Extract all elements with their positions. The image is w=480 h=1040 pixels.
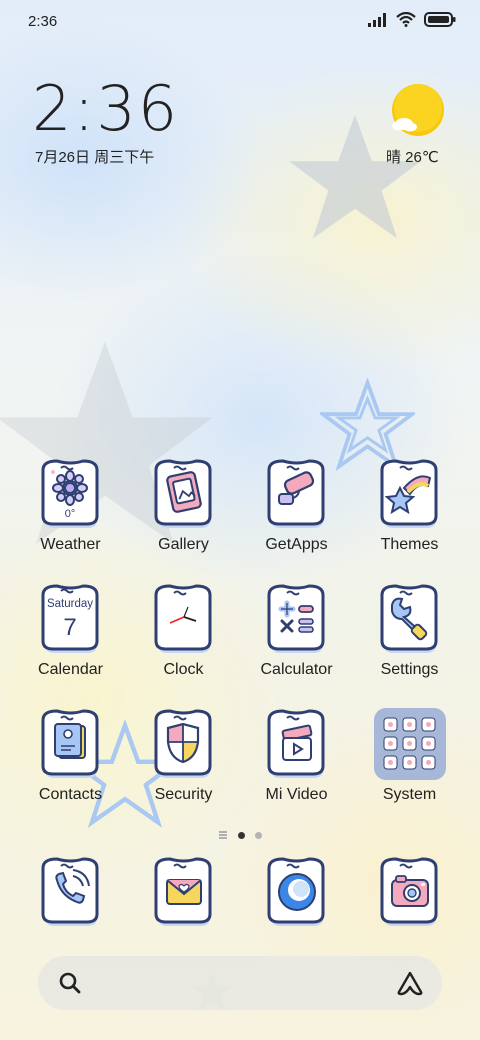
calendar-icon-day: Saturday xyxy=(46,598,92,610)
app-label-security: Security xyxy=(154,786,213,803)
page-list-icon[interactable] xyxy=(218,830,228,840)
assistant-icon[interactable] xyxy=(396,970,424,996)
gallery-icon xyxy=(154,459,211,528)
dock-camera[interactable] xyxy=(353,856,466,928)
app-calendar[interactable]: Saturday 7 Calendar xyxy=(14,583,127,679)
app-themes[interactable]: Themes xyxy=(353,458,466,554)
status-time: 2:36 xyxy=(28,13,58,30)
contacts-icon xyxy=(41,709,98,778)
status-bar: 2:36 xyxy=(0,0,480,42)
app-label-system: System xyxy=(382,786,437,803)
weather-icon-temp: 0° xyxy=(64,508,75,520)
browser-icon xyxy=(267,857,324,926)
app-getapps[interactable]: GetApps xyxy=(240,458,353,554)
clock-widget-date: 7月26日 周三下午 xyxy=(35,149,155,166)
search-bar[interactable] xyxy=(38,956,442,1010)
weather-icon: 0° xyxy=(41,459,98,528)
camera-icon xyxy=(380,857,437,926)
clock-widget-time[interactable]: 2:36 xyxy=(32,72,179,145)
app-system-folder[interactable]: System xyxy=(353,708,466,804)
app-gallery[interactable]: Gallery xyxy=(127,458,240,554)
app-label-settings: Settings xyxy=(380,661,439,678)
dock-browser[interactable] xyxy=(240,856,353,928)
settings-icon xyxy=(380,584,437,653)
status-icons xyxy=(368,12,456,27)
app-security[interactable]: Security xyxy=(127,708,240,804)
app-weather[interactable]: 0° Weather xyxy=(14,458,127,554)
calendar-icon: Saturday 7 xyxy=(41,584,98,653)
app-label-calendar: Calendar xyxy=(38,661,103,678)
calculator-icon xyxy=(267,584,324,653)
app-clock[interactable]: Clock xyxy=(127,583,240,679)
system-folder-icon xyxy=(373,708,446,780)
dock-phone[interactable] xyxy=(14,856,127,928)
app-contacts[interactable]: Contacts xyxy=(14,708,127,804)
themes-icon xyxy=(380,459,437,528)
app-label-contacts: Contacts xyxy=(38,786,103,803)
clock-icon xyxy=(154,584,211,653)
phone-icon xyxy=(41,857,98,926)
app-label-weather: Weather xyxy=(40,536,101,553)
app-label-calculator: Calculator xyxy=(260,661,333,678)
mi-video-icon xyxy=(267,709,324,778)
battery-icon xyxy=(424,12,456,27)
page-dot-2[interactable] xyxy=(255,831,262,839)
app-label-clock: Clock xyxy=(163,661,204,678)
sun-cloud-icon[interactable] xyxy=(390,84,446,140)
app-label-mi-video: Mi Video xyxy=(265,786,328,803)
wifi-icon xyxy=(396,12,416,27)
page-indicator[interactable] xyxy=(0,830,480,840)
home-screen: 2:36 2:36 7月26日 周三下午 晴 26℃ 0° Weather Ga… xyxy=(0,0,480,1040)
weather-widget-text: 晴 26℃ xyxy=(386,149,439,166)
security-icon xyxy=(154,709,211,778)
app-label-themes: Themes xyxy=(380,536,439,553)
dock-messages[interactable] xyxy=(127,856,240,928)
app-calculator[interactable]: Calculator xyxy=(240,583,353,679)
app-settings[interactable]: Settings xyxy=(353,583,466,679)
getapps-icon xyxy=(267,459,324,528)
calendar-icon-date: 7 xyxy=(63,614,76,641)
signal-icon xyxy=(368,12,386,27)
messages-icon xyxy=(154,857,211,926)
page-dot-1[interactable] xyxy=(238,831,245,839)
app-mi-video[interactable]: Mi Video xyxy=(240,708,353,804)
app-label-gallery: Gallery xyxy=(158,536,209,553)
app-label-getapps: GetApps xyxy=(265,536,328,553)
search-icon[interactable] xyxy=(58,971,82,995)
